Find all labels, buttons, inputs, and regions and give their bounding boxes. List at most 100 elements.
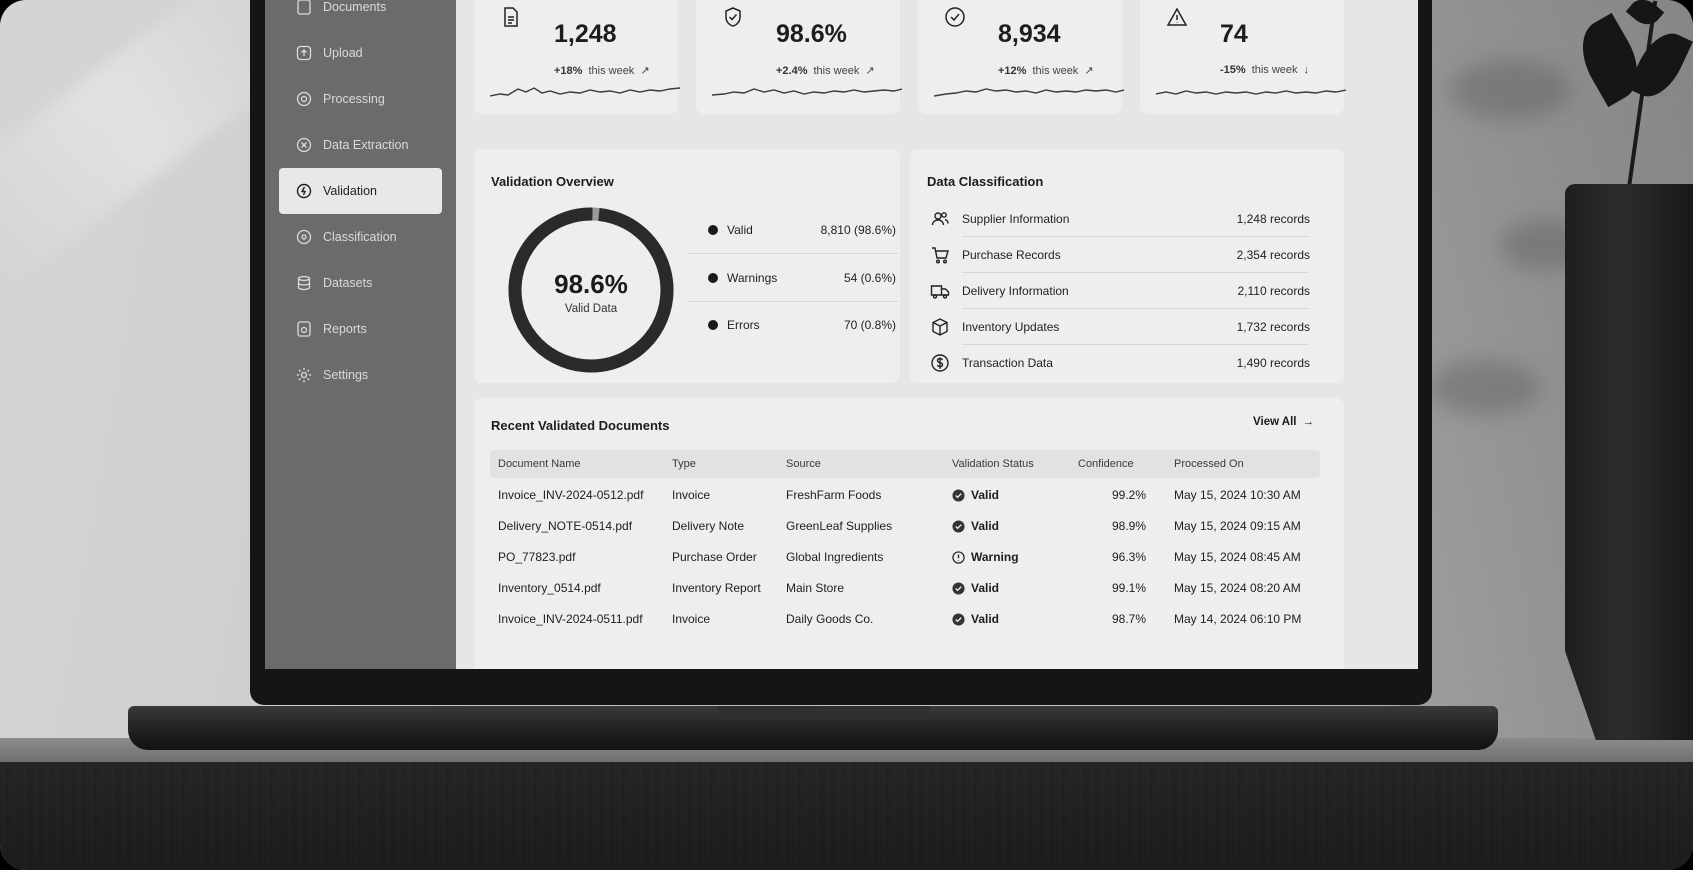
legend-dot [708,225,718,235]
divider [962,308,1308,309]
check-circle-icon [952,581,965,595]
status-badge: Valid [952,488,999,502]
truck-icon [930,285,950,299]
legend-dot [708,320,718,330]
classification-count: 1,732 records [1236,320,1310,334]
sidebar-item-label: Upload [323,46,363,60]
status-badge: Valid [952,612,999,626]
warning-icon [1166,7,1188,26]
sidebar-item-datasets[interactable]: Datasets [279,260,442,306]
doc-processed: May 15, 2024 08:45 AM [1174,550,1301,564]
legend-dot [708,273,718,283]
sidebar-item-label: Documents [323,0,387,14]
doc-processed: May 15, 2024 10:30 AM [1174,488,1301,502]
sidebar-item-settings[interactable]: Settings [279,352,442,398]
card-title: Recent Validated Documents [491,418,670,433]
dollar-icon [931,354,949,372]
stat-change: +12% this week ↗ [998,64,1094,78]
legend-row-errors: Errors 70 (0.8%) [708,314,896,336]
sidebar-item-documents[interactable]: Documents [279,0,442,30]
doc-processed: May 15, 2024 09:15 AM [1174,519,1301,533]
stat-period: this week [813,64,860,77]
legend-name: Warnings [727,271,778,285]
status-label: Warning [971,550,1019,564]
classification-row[interactable]: Purchase Records 2,354 records [930,243,1310,267]
photo-background: Documents Upload Processing Data Extract… [0,0,1693,870]
classification-name: Purchase Records [962,248,1061,262]
doc-confidence: 98.7% [1111,612,1146,626]
status-label: Valid [971,519,1000,533]
sidebar-item-reports[interactable]: Reports [279,306,442,352]
check-circle-icon [945,7,965,27]
doc-source: GreenLeaf Supplies [786,519,893,533]
doc-type: Invoice [672,612,711,626]
classification-count: 1,248 records [1236,212,1310,226]
status-label: Valid [971,488,1000,502]
doc-name[interactable]: Inventory_0514.pdf [498,581,601,595]
processing-icon [295,90,313,108]
sidebar-item-label: Reports [323,322,367,336]
doc-name[interactable]: Invoice_INV-2024-0512.pdf [498,488,643,502]
view-all-link[interactable]: View All → [1253,416,1314,428]
classification-icon [295,228,313,246]
doc-source: Global Ingredients [786,550,884,564]
doc-confidence: 96.3% [1111,550,1146,564]
reports-icon [295,320,313,338]
classification-name: Supplier Information [962,212,1070,226]
legend-value: 70 (0.8%) [843,318,896,332]
column-header[interactable]: Type [672,458,696,470]
card-title: Data Classification [927,174,1044,189]
column-header[interactable]: Document Name [498,458,581,470]
stat-card-validated[interactable]: 8,934 +12% this week ↗ [918,0,1124,114]
sparkline [1156,89,1346,95]
sidebar-item-classification[interactable]: Classification [279,214,442,260]
divider [688,301,898,302]
stat-card-documents[interactable]: 1,248 +18% this week ↗ [474,0,680,114]
stat-period: this week [1032,64,1079,77]
sparkline [712,88,902,96]
doc-processed: May 14, 2024 06:10 PM [1174,612,1302,626]
sidebar-item-label: Processing [323,92,385,106]
sidebar-item-upload[interactable]: Upload [279,30,442,76]
sidebar-item-data-extraction[interactable]: Data Extraction [279,122,442,168]
doc-confidence: 98.9% [1111,519,1146,533]
view-all-label: View All [1253,416,1297,428]
warning-circle-icon [952,550,965,564]
classification-row[interactable]: Delivery Information 2,110 records [930,279,1310,303]
stat-change-value: +2.4% [776,64,808,77]
classification-row[interactable]: Inventory Updates 1,732 records [930,315,1310,339]
column-header[interactable]: Source [786,458,821,470]
sidebar-item-label: Classification [323,230,397,244]
concrete-slab-front [0,762,1693,870]
legend-name: Valid [727,223,753,237]
doc-name[interactable]: PO_77823.pdf [498,550,575,564]
stat-value: 8,934 [998,20,1061,48]
column-header[interactable]: Processed On [1174,458,1244,470]
column-header[interactable]: Validation Status [952,458,1034,470]
stat-value: 1,248 [554,20,617,48]
stat-change: -15% this week ↓ [1220,64,1309,76]
users-icon [931,212,949,226]
doc-source: Main Store [786,581,845,595]
sidebar-item-processing[interactable]: Processing [279,76,442,122]
classification-count: 2,354 records [1236,248,1310,262]
recent-documents-card: Recent Validated Documents View All → Doc… [474,398,1344,669]
classification-row[interactable]: Transaction Data 1,490 records [930,351,1310,375]
stat-period: this week [588,64,635,77]
stat-card-exceptions[interactable]: 74 -15% this week ↓ [1140,0,1346,114]
doc-processed: May 15, 2024 08:20 AM [1174,581,1301,595]
stat-card-accuracy[interactable]: 98.6% +2.4% this week ↗ [696,0,902,114]
doc-name[interactable]: Invoice_INV-2024-0511.pdf [498,612,643,626]
cart-icon [932,247,949,264]
doc-name[interactable]: Delivery_NOTE-0514.pdf [498,519,632,533]
classification-name: Inventory Updates [962,320,1060,334]
classification-row[interactable]: Supplier Information 1,248 records [930,207,1310,231]
divider [688,253,898,254]
column-header[interactable]: Confidence [1078,458,1134,470]
main-content: 1,248 +18% this week ↗ 98.6% +2.4% this wee… [456,0,1418,669]
status-badge: Valid [952,581,999,595]
vase [1565,184,1693,740]
sidebar-item-validation[interactable]: Validation [279,168,442,214]
stat-value: 74 [1220,20,1248,48]
divider [962,236,1308,237]
